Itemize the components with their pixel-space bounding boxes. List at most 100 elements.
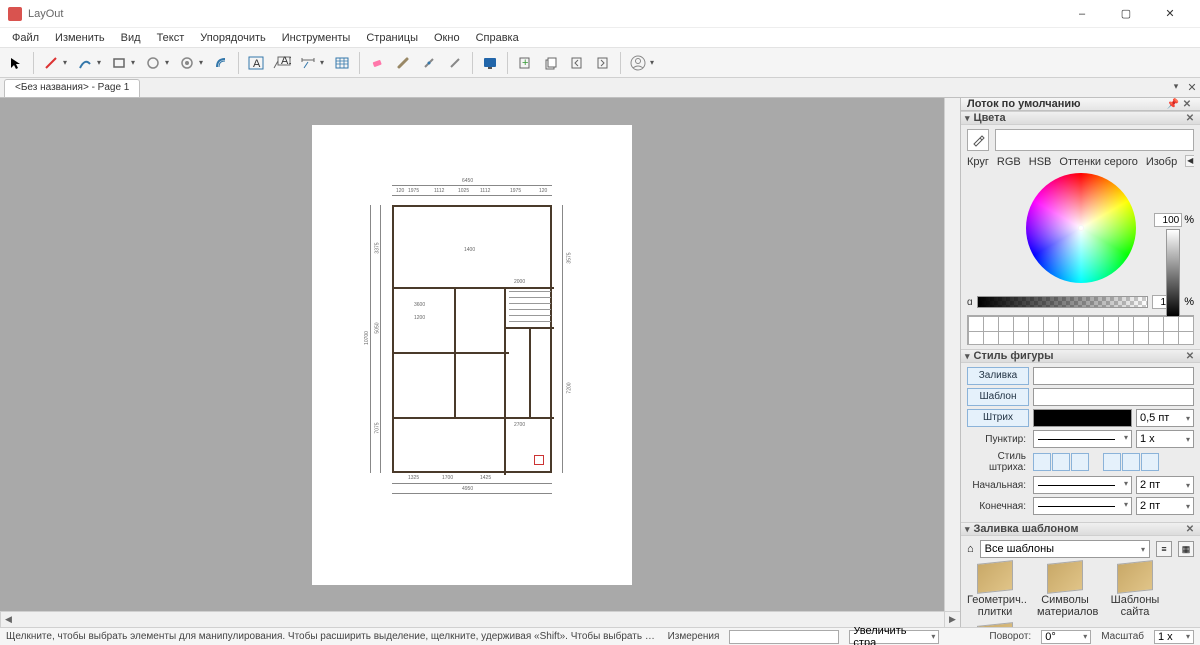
hscroll-right[interactable]: ▶: [944, 612, 960, 627]
presentation-tool[interactable]: [478, 51, 502, 75]
panel-colors-close[interactable]: ✕: [1184, 113, 1196, 124]
menu-window[interactable]: Окно: [426, 30, 468, 46]
paper[interactable]: 6450 120 1975 1112 1025 1112 1975 120 10…: [312, 125, 632, 585]
tray-close-icon[interactable]: ✕: [1180, 99, 1194, 110]
text-tool[interactable]: A: [244, 51, 268, 75]
cap-btn-3[interactable]: [1071, 453, 1089, 471]
split-tool[interactable]: [417, 51, 441, 75]
zoom-select[interactable]: Увеличить стра▾: [849, 630, 939, 644]
duplicate-page-button[interactable]: [539, 51, 563, 75]
rect-tool-dd[interactable]: ▾: [131, 58, 139, 67]
prev-page-button[interactable]: [565, 51, 589, 75]
line-tool[interactable]: [39, 51, 63, 75]
user-button[interactable]: [626, 51, 650, 75]
style-tool[interactable]: [391, 51, 415, 75]
end-arrow-select[interactable]: ▾: [1033, 497, 1132, 515]
pattern-folder[interactable]: Тональныешаблоны: [967, 624, 1023, 627]
minimize-button[interactable]: –: [1060, 0, 1104, 28]
circle-tool[interactable]: [141, 51, 165, 75]
vertical-scrollbar[interactable]: [944, 98, 960, 611]
start-arrow-select[interactable]: ▾: [1033, 476, 1132, 494]
color-preview[interactable]: [995, 129, 1194, 151]
swatch-grid[interactable]: [967, 315, 1194, 345]
pattern-folder[interactable]: Геометрич..плитки: [967, 562, 1023, 618]
menu-tools[interactable]: Инструменты: [274, 30, 359, 46]
fill-toggle[interactable]: Заливка: [967, 367, 1029, 385]
dash-scale-select[interactable]: 1 x▾: [1136, 430, 1194, 448]
end-size-select[interactable]: 2 пт▾: [1136, 497, 1194, 515]
fill-swatch[interactable]: [1033, 367, 1194, 385]
join-btn-3[interactable]: [1141, 453, 1159, 471]
panel-shapestyle-close[interactable]: ✕: [1184, 351, 1196, 362]
dimension-tool-dd[interactable]: ▾: [320, 58, 328, 67]
stroke-toggle[interactable]: Штрих: [967, 409, 1029, 427]
home-icon[interactable]: ⌂: [967, 543, 974, 555]
menu-help[interactable]: Справка: [468, 30, 527, 46]
maximize-button[interactable]: ▢: [1104, 0, 1148, 28]
join-btn-2[interactable]: [1122, 453, 1140, 471]
scale-select[interactable]: 1 x▾: [1154, 630, 1194, 644]
pattern-folder[interactable]: Символыматериалов: [1037, 562, 1093, 618]
add-page-button[interactable]: +: [513, 51, 537, 75]
cap-btn-2[interactable]: [1052, 453, 1070, 471]
cap-btn-1[interactable]: [1033, 453, 1051, 471]
panel-patternfill-close[interactable]: ✕: [1184, 524, 1196, 535]
tabs-close[interactable]: ✕: [1184, 81, 1200, 97]
color-wheel[interactable]: [1026, 173, 1136, 283]
eyedropper-button[interactable]: [967, 129, 989, 151]
polygon-tool-dd[interactable]: ▾: [199, 58, 207, 67]
menu-edit[interactable]: Изменить: [47, 30, 113, 46]
tab-gray[interactable]: Оттенки серого: [1059, 155, 1137, 169]
hscroll-left[interactable]: ◀: [0, 612, 16, 627]
menu-arrange[interactable]: Упорядочить: [192, 30, 273, 46]
join-tool[interactable]: [443, 51, 467, 75]
tabs-left[interactable]: ◀: [1185, 155, 1194, 167]
circle-tool-dd[interactable]: ▾: [165, 58, 173, 67]
panel-patternfill-title[interactable]: ▾Заливка шаблоном✕: [961, 522, 1200, 536]
tab-rgb[interactable]: RGB: [997, 155, 1021, 169]
dash-select[interactable]: ▾: [1033, 430, 1132, 448]
tray-pin-icon[interactable]: 📌: [1166, 99, 1180, 110]
arc-tool[interactable]: [73, 51, 97, 75]
close-button[interactable]: ✕: [1148, 0, 1192, 28]
pattern-folder[interactable]: Шаблонысайта: [1107, 562, 1163, 618]
stroke-swatch[interactable]: [1033, 409, 1132, 427]
opacity-slider[interactable]: [977, 296, 1149, 308]
stroke-size-select[interactable]: 0,5 пт▾: [1136, 409, 1194, 427]
label-tool[interactable]: A1: [270, 51, 294, 75]
polygon-tool[interactable]: [175, 51, 199, 75]
horizontal-scrollbar[interactable]: [16, 612, 944, 627]
menu-view[interactable]: Вид: [113, 30, 149, 46]
panel-colors-title[interactable]: ▾Цвета✕: [961, 111, 1200, 125]
arc-tool-dd[interactable]: ▾: [97, 58, 105, 67]
rotate-select[interactable]: 0°▾: [1041, 630, 1091, 644]
next-page-button[interactable]: [591, 51, 615, 75]
user-dd[interactable]: ▾: [650, 58, 658, 67]
dimension-tool[interactable]: [296, 51, 320, 75]
measurements-field[interactable]: [729, 630, 839, 644]
brightness-slider[interactable]: [1166, 229, 1180, 317]
table-tool[interactable]: [330, 51, 354, 75]
join-btn-1[interactable]: [1103, 453, 1121, 471]
menu-file[interactable]: Файл: [4, 30, 47, 46]
menu-pages[interactable]: Страницы: [358, 30, 426, 46]
pattern-toggle[interactable]: Шаблон: [967, 388, 1029, 406]
tab-hsb[interactable]: HSB: [1029, 155, 1052, 169]
document-tab[interactable]: <Без названия> - Page 1: [4, 79, 140, 97]
tab-wheel[interactable]: Круг: [967, 155, 989, 169]
start-size-select[interactable]: 2 пт▾: [1136, 476, 1194, 494]
tab-image[interactable]: Изобр: [1146, 155, 1177, 169]
brightness-input[interactable]: [1154, 213, 1182, 227]
eraser-tool[interactable]: [365, 51, 389, 75]
grid-view-icon[interactable]: ▦: [1178, 541, 1194, 557]
line-tool-dd[interactable]: ▾: [63, 58, 71, 67]
offset-tool[interactable]: [209, 51, 233, 75]
canvas[interactable]: 6450 120 1975 1112 1025 1112 1975 120 10…: [0, 98, 944, 611]
panel-shapestyle-title[interactable]: ▾Стиль фигуры✕: [961, 349, 1200, 363]
tabs-dropdown[interactable]: ▾: [1168, 81, 1184, 97]
menu-text[interactable]: Текст: [149, 30, 193, 46]
pattern-swatch[interactable]: [1033, 388, 1194, 406]
pattern-category-select[interactable]: Все шаблоны▾: [980, 540, 1150, 558]
rect-tool[interactable]: [107, 51, 131, 75]
list-view-icon[interactable]: ≡: [1156, 541, 1172, 557]
